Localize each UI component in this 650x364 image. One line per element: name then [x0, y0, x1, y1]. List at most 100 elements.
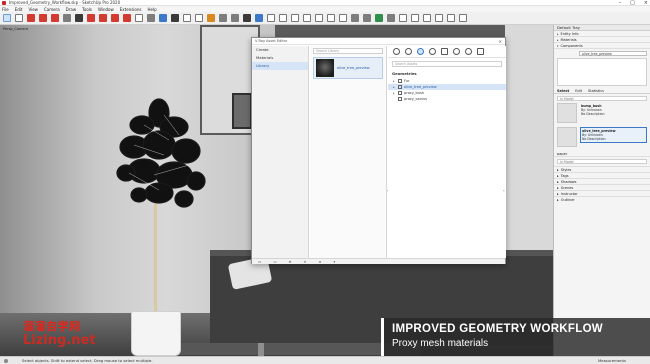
vray-frame-buffer-icon[interactable]: [243, 14, 251, 22]
settings-tab-icon[interactable]: [453, 48, 460, 55]
vray-infinite-plane-icon[interactable]: [351, 14, 359, 22]
save-icon[interactable]: ▭: [273, 260, 276, 264]
menu-file[interactable]: File: [2, 7, 9, 12]
add-asset-icon[interactable]: ⊕: [289, 260, 292, 264]
assets-search-input[interactable]: Search Assets: [392, 61, 502, 67]
components-bottom-filter[interactable]: In Model: [557, 159, 647, 164]
render-button-icon[interactable]: [465, 48, 472, 55]
category-create[interactable]: Create: [252, 46, 308, 54]
tray-section-components[interactable]: ▾ Components: [554, 43, 650, 49]
component-name-field[interactable]: olive_tree_preview: [579, 51, 647, 56]
menu-tools[interactable]: Tools: [82, 7, 92, 12]
category-library[interactable]: Library: [252, 62, 308, 70]
menu-help[interactable]: Help: [147, 7, 156, 12]
vray-render-icon[interactable]: [219, 14, 227, 22]
library-toggle-icon[interactable]: ≡: [319, 260, 322, 264]
collapse-arrow-icon[interactable]: ▸: [557, 168, 559, 172]
vray-omni-light-icon[interactable]: [315, 14, 323, 22]
vray-settings-icon[interactable]: [447, 14, 455, 22]
status-hint: Select objects. Shift to extend select. …: [22, 358, 153, 363]
collapse-arrow-icon[interactable]: ▸: [557, 38, 559, 42]
tab-select[interactable]: Select: [557, 89, 569, 93]
line-tool-icon[interactable]: [27, 14, 35, 22]
warehouse-icon[interactable]: [207, 14, 215, 22]
paint-bucket-icon[interactable]: [63, 14, 71, 22]
textures-tab-icon[interactable]: [429, 48, 436, 55]
menu-camera[interactable]: Camera: [44, 7, 60, 12]
delete-icon[interactable]: ✕: [304, 260, 307, 264]
push-pull-icon[interactable]: [75, 14, 83, 22]
library-item[interactable]: olive_tree_preview: [313, 57, 383, 79]
component-description: No Description: [582, 137, 606, 141]
measurements-box[interactable]: Measurements: [598, 358, 626, 363]
menu-view[interactable]: View: [28, 7, 38, 12]
vray-interactive-icon[interactable]: [231, 14, 239, 22]
vray-light-icon[interactable]: [267, 14, 275, 22]
menu-extensions[interactable]: Extensions: [120, 7, 142, 12]
vray-spot-light-icon[interactable]: [291, 14, 299, 22]
collapse-arrow-icon[interactable]: ▸: [557, 192, 559, 196]
zoom-tool-icon[interactable]: [183, 14, 191, 22]
materials-tab-icon[interactable]: [393, 48, 400, 55]
component-list-item-selected[interactable]: olive_tree_preview By: Unknown No Descri…: [557, 127, 647, 149]
tray-section-outliner[interactable]: ▸ Outliner: [554, 196, 650, 202]
tray-section-label: Outliner: [560, 197, 575, 202]
dialog-close-icon[interactable]: ×: [499, 39, 502, 44]
frame-buffer-icon[interactable]: [477, 48, 484, 55]
collapse-arrow-icon[interactable]: ▸: [557, 186, 559, 190]
text-tool-icon[interactable]: [147, 14, 155, 22]
status-info-icon[interactable]: [4, 359, 8, 363]
menu-window[interactable]: Window: [98, 7, 114, 12]
category-materials[interactable]: Materials: [252, 54, 308, 62]
component-list-item-partial[interactable]: paper: [554, 151, 650, 157]
menu-edit[interactable]: Edit: [15, 7, 23, 12]
dialog-title-bar[interactable]: V-Ray Asset Editor ×: [252, 38, 505, 45]
vray-help-icon[interactable]: [459, 14, 467, 22]
collapse-arrow-icon[interactable]: ▸: [557, 32, 559, 36]
collapse-arrow-icon[interactable]: ▸: [557, 174, 559, 178]
vray-mesh-light-icon[interactable]: [339, 14, 347, 22]
vray-tools-icon[interactable]: [435, 14, 443, 22]
lights-tab-icon[interactable]: [405, 48, 412, 55]
tab-edit[interactable]: Edit: [575, 89, 582, 93]
collapse-arrow-icon[interactable]: ▸: [557, 198, 559, 202]
right-splitter-icon[interactable]: ‹: [503, 188, 505, 193]
vray-sphere-light-icon[interactable]: [279, 14, 287, 22]
folder-open-icon[interactable]: ▭: [258, 260, 261, 264]
orbit-tool-icon[interactable]: [159, 14, 167, 22]
vray-scatter-icon[interactable]: [411, 14, 419, 22]
arc-tool-icon[interactable]: [39, 14, 47, 22]
vray-dome-light-icon[interactable]: [327, 14, 335, 22]
vray-fur-icon[interactable]: [375, 14, 383, 22]
eraser-tool-icon[interactable]: [15, 14, 23, 22]
geometry-tab-icon[interactable]: [417, 48, 424, 55]
tape-measure-icon[interactable]: [135, 14, 143, 22]
scene-table-leg: [258, 343, 264, 356]
vray-asset-editor-icon[interactable]: [255, 14, 263, 22]
select-tool-icon[interactable]: [3, 14, 11, 22]
collapse-arrow-icon[interactable]: ▸: [557, 180, 559, 184]
filter-icon[interactable]: ▾: [333, 260, 335, 264]
menu-draw[interactable]: Draw: [66, 7, 76, 12]
rectangle-tool-icon[interactable]: [51, 14, 59, 22]
tab-statistics[interactable]: Statistics: [588, 89, 604, 93]
vray-clipper-icon[interactable]: [387, 14, 395, 22]
pan-tool-icon[interactable]: [171, 14, 179, 22]
components-filter[interactable]: In Model: [557, 96, 647, 101]
vray-decal-icon[interactable]: [423, 14, 431, 22]
vray-mesh-clipper-icon[interactable]: [399, 14, 407, 22]
render-elements-tab-icon[interactable]: [441, 48, 448, 55]
offset-tool-icon[interactable]: [123, 14, 131, 22]
vray-ies-light-icon[interactable]: [303, 14, 311, 22]
component-list-item[interactable]: bump_bush By: Unknown No Description: [557, 103, 647, 125]
rotate-tool-icon[interactable]: [99, 14, 107, 22]
scene-tab-label[interactable]: Persp_Camera: [3, 27, 28, 31]
expand-arrow-icon[interactable]: ▾: [557, 44, 559, 48]
vray-proxy-icon[interactable]: [363, 14, 371, 22]
library-search-input[interactable]: Search Library: [313, 48, 383, 54]
move-tool-icon[interactable]: [87, 14, 95, 22]
expand-arrow-icon[interactable]: ▸: [393, 90, 396, 96]
scale-tool-icon[interactable]: [111, 14, 119, 22]
geometry-item[interactable]: proxy_cactus: [388, 96, 506, 102]
zoom-extents-icon[interactable]: [195, 14, 203, 22]
